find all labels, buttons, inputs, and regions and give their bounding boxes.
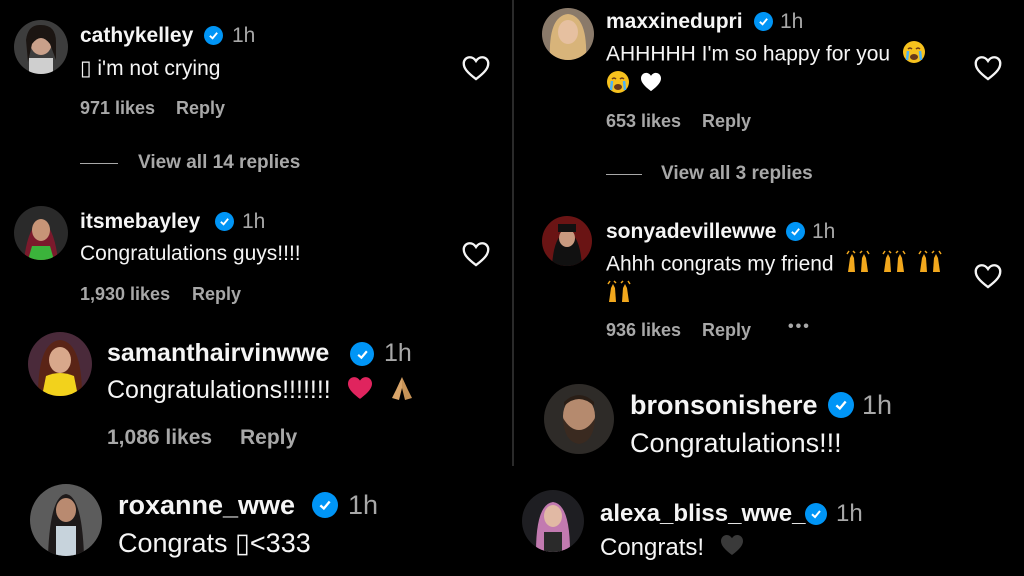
username[interactable]: itsmebayley xyxy=(80,210,200,234)
comment-cathykelley: cathykelley 1h ▯ i'm not crying 971 like… xyxy=(0,0,512,192)
verified-badge-icon xyxy=(204,26,223,45)
timestamp: 1h xyxy=(812,220,836,243)
timestamp: 1h xyxy=(242,210,266,233)
verified-badge-icon xyxy=(350,342,374,366)
verified-badge-icon xyxy=(312,492,338,518)
username[interactable]: alexa_bliss_wwe_ xyxy=(600,500,805,528)
avatar-roxanne-wwe[interactable] xyxy=(30,484,102,556)
username[interactable]: sonyadevillewwe xyxy=(606,220,776,244)
black-heart-emoji xyxy=(719,534,745,563)
heart-outline-icon[interactable] xyxy=(462,55,490,81)
comment-maxxinedupri: maxxinedupri 1h AHHHHH I'm so happy for … xyxy=(514,0,1024,206)
username[interactable]: bronsonishere xyxy=(630,390,818,421)
username[interactable]: maxxinedupri xyxy=(606,10,743,34)
reply-button[interactable]: Reply xyxy=(702,320,751,341)
raising-hands-emoji xyxy=(606,280,632,310)
comment-text-body: AHHHHH I'm so happy for you xyxy=(606,42,891,66)
comment-text-emoji-line xyxy=(606,70,662,100)
timestamp: 1h xyxy=(232,24,256,47)
like-count[interactable]: 653 likes xyxy=(606,111,681,132)
raising-hands-emoji xyxy=(917,250,943,280)
comment-text: Congratulations!!!!!!! xyxy=(107,374,417,409)
avatar-alexa-bliss-wwe[interactable] xyxy=(522,490,584,552)
like-count[interactable]: 971 likes xyxy=(80,98,155,119)
verified-badge-icon xyxy=(215,212,234,231)
comment-roxanne-wwe: roxanne_wwe 1h Congrats ▯<333 xyxy=(0,466,512,576)
verified-badge-icon xyxy=(754,12,773,31)
view-replies-line xyxy=(606,174,642,175)
comment-text: ▯ i'm not crying xyxy=(80,57,221,80)
verified-badge-icon xyxy=(805,503,827,525)
avatar-bronsonishere[interactable] xyxy=(544,384,614,454)
timestamp: 1h xyxy=(348,490,379,520)
timestamp: 1h xyxy=(780,10,804,33)
view-replies-line xyxy=(80,163,118,164)
heart-outline-icon[interactable] xyxy=(974,55,1002,81)
comment-samanthairvinwwe: samanthairvinwwe 1h Congratulations!!!!!… xyxy=(0,318,512,466)
raising-hands-emoji xyxy=(881,250,907,280)
reply-button[interactable]: Reply xyxy=(240,426,297,450)
avatar-itsmebayley[interactable] xyxy=(14,206,68,260)
comment-text-body: Congratulations!!!!!!! xyxy=(107,376,331,405)
like-count[interactable]: 1,930 likes xyxy=(80,284,170,305)
comment-text-emoji-line xyxy=(606,280,632,310)
comment-text: Ahhh congrats my friend xyxy=(606,250,943,280)
more-options-icon[interactable]: ••• xyxy=(788,318,811,336)
view-replies-link[interactable]: View all 14 replies xyxy=(138,152,300,174)
timestamp: 1h xyxy=(836,500,863,527)
raising-hands-emoji xyxy=(845,250,871,280)
comment-itsmebayley: itsmebayley 1h Congratulations guys!!!! … xyxy=(0,192,512,318)
heart-outline-icon[interactable] xyxy=(974,263,1002,289)
comment-text: Congratulations!!! xyxy=(630,428,842,458)
avatar-sonyadevillewwe[interactable] xyxy=(542,216,592,266)
reply-button[interactable]: Reply xyxy=(192,284,241,305)
like-count[interactable]: 936 likes xyxy=(606,320,681,341)
comment-text-body: Congrats! xyxy=(600,534,705,561)
crying-face-emoji xyxy=(606,70,630,100)
white-heart-emoji xyxy=(640,72,662,98)
red-heart-emoji xyxy=(346,376,374,407)
comment-text-body: Ahhh congrats my friend xyxy=(606,252,834,276)
comment-bronsonishere: bronsonishere 1h Congratulations!!! xyxy=(514,364,1024,476)
crying-face-emoji xyxy=(902,40,926,70)
reply-button[interactable]: Reply xyxy=(702,111,751,132)
comment-text: AHHHHH I'm so happy for you xyxy=(606,40,926,70)
reply-button[interactable]: Reply xyxy=(176,98,225,119)
timestamp: 1h xyxy=(862,390,893,420)
comment-alexa-bliss-wwe: alexa_bliss_wwe_ 1h Congrats! xyxy=(514,476,1024,576)
view-replies-link[interactable]: View all 3 replies xyxy=(661,163,813,185)
collage-divider xyxy=(512,0,514,466)
avatar-maxxinedupri[interactable] xyxy=(542,8,594,60)
comment-text: Congrats ▯<333 xyxy=(118,528,311,558)
like-count[interactable]: 1,086 likes xyxy=(107,426,212,450)
username[interactable]: samanthairvinwwe xyxy=(107,339,329,368)
heart-outline-icon[interactable] xyxy=(462,241,490,267)
folded-hands-emoji xyxy=(387,374,417,409)
comment-sonyadevillewwe: sonyadevillewwe 1h Ahhh congrats my frie… xyxy=(514,206,1024,364)
avatar-cathykelley[interactable] xyxy=(14,20,68,74)
comment-text: Congrats! xyxy=(600,534,745,563)
verified-badge-icon xyxy=(786,222,805,241)
timestamp: 1h xyxy=(384,339,412,367)
verified-badge-icon xyxy=(828,392,854,418)
avatar-samanthairvinwwe[interactable] xyxy=(28,332,92,396)
username[interactable]: cathykelley xyxy=(80,24,193,48)
comment-text: Congratulations guys!!!! xyxy=(80,242,301,265)
username[interactable]: roxanne_wwe xyxy=(118,490,295,521)
